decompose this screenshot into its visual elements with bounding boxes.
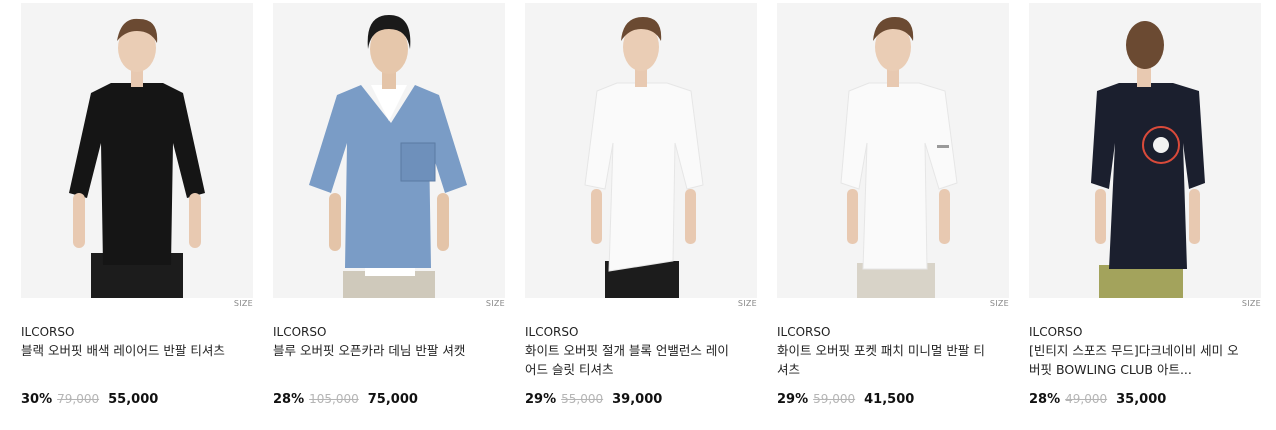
product-name[interactable]: 블루 오버핏 오픈카라 데님 반팔 셔캣: [273, 341, 483, 379]
price-row: 28% 105,000 75,000: [273, 392, 505, 407]
product-card[interactable]: SIZE ILCORSO 블루 오버핏 오픈카라 데님 반팔 셔캣 28% 10…: [273, 3, 505, 407]
product-image[interactable]: [1029, 3, 1261, 298]
price-row: 29% 55,000 39,000: [525, 392, 757, 407]
sale-price: 75,000: [367, 392, 418, 407]
original-price: 49,000: [1065, 392, 1108, 406]
size-label[interactable]: SIZE: [777, 298, 1009, 310]
sale-price: 35,000: [1116, 392, 1167, 407]
discount-rate: 29%: [777, 392, 809, 407]
product-image[interactable]: [777, 3, 1009, 298]
size-label[interactable]: SIZE: [273, 298, 505, 310]
size-label[interactable]: SIZE: [1029, 298, 1261, 310]
product-brand[interactable]: ILCORSO: [777, 324, 1009, 340]
discount-rate: 29%: [525, 392, 557, 407]
original-price: 59,000: [813, 392, 856, 406]
price-row: 28% 49,000 35,000: [1029, 392, 1261, 407]
size-label[interactable]: SIZE: [21, 298, 253, 310]
original-price: 79,000: [57, 392, 100, 406]
product-brand[interactable]: ILCORSO: [525, 324, 757, 340]
product-brand[interactable]: ILCORSO: [1029, 324, 1261, 340]
price-row: 30% 79,000 55,000: [21, 392, 253, 407]
sale-price: 39,000: [612, 392, 663, 407]
sale-price: 41,500: [864, 392, 915, 407]
product-name[interactable]: 화이트 오버핏 절개 블록 언밸런스 레이어드 슬릿 티셔츠: [525, 341, 735, 379]
discount-rate: 30%: [21, 392, 53, 407]
product-name[interactable]: [빈티지 스포즈 무드]다크네이비 세미 오버핏 BOWLING CLUB 아트…: [1029, 341, 1239, 379]
product-card[interactable]: SIZE ILCORSO [빈티지 스포즈 무드]다크네이비 세미 오버핏 BO…: [1029, 3, 1261, 407]
discount-rate: 28%: [273, 392, 305, 407]
product-brand[interactable]: ILCORSO: [273, 324, 505, 340]
product-grid: SIZE ILCORSO 블랙 오버핏 배색 레이어드 반팔 티셔츠 30% 7…: [21, 3, 1261, 407]
product-name[interactable]: 화이트 오버핏 포켓 패치 미니멀 반팔 티셔츠: [777, 341, 987, 379]
product-image[interactable]: [525, 3, 757, 298]
product-card[interactable]: SIZE ILCORSO 화이트 오버핏 포켓 패치 미니멀 반팔 티셔츠 29…: [777, 3, 1009, 407]
discount-rate: 28%: [1029, 392, 1061, 407]
product-card[interactable]: SIZE ILCORSO 블랙 오버핏 배색 레이어드 반팔 티셔츠 30% 7…: [21, 3, 253, 407]
product-image[interactable]: [21, 3, 253, 298]
original-price: 55,000: [561, 392, 604, 406]
price-row: 29% 59,000 41,500: [777, 392, 1009, 407]
product-image[interactable]: [273, 3, 505, 298]
product-card[interactable]: SIZE ILCORSO 화이트 오버핏 절개 블록 언밸런스 레이어드 슬릿 …: [525, 3, 757, 407]
product-brand[interactable]: ILCORSO: [21, 324, 253, 340]
sale-price: 55,000: [108, 392, 159, 407]
product-name[interactable]: 블랙 오버핏 배색 레이어드 반팔 티셔츠: [21, 341, 231, 379]
original-price: 105,000: [309, 392, 359, 406]
size-label[interactable]: SIZE: [525, 298, 757, 310]
